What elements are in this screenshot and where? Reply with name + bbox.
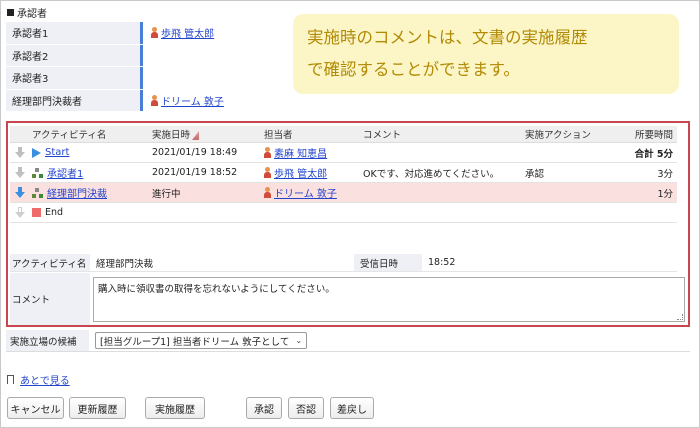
comment-text: 購入時に領収書の取得を忘れないようにしてください。: [98, 284, 335, 295]
row-time: 1分: [657, 188, 673, 200]
approver-link[interactable]: ドリーム 敦子: [161, 93, 224, 108]
arrow-down-icon: [15, 147, 25, 158]
stop-icon: [32, 208, 41, 217]
person-icon: [264, 147, 271, 158]
approver-value: 歩飛 管太郎: [143, 22, 294, 44]
view-later-link[interactable]: あとで見る: [20, 372, 70, 387]
callout-line-1: 実施時のコメントは、文書の実施履歴: [307, 28, 588, 47]
detail-activity-value: 経理部門決裁: [96, 258, 154, 270]
approver-value-empty: [143, 45, 294, 67]
approver-label: 承認者3: [6, 67, 143, 89]
detail-row: アクティビティ名 経理部門決裁 受信日時 18:52: [10, 254, 677, 272]
detail-received-label: 受信日時: [354, 254, 422, 271]
activity-name: End: [45, 207, 64, 218]
person-icon: [264, 167, 271, 178]
person-icon: [151, 27, 158, 39]
header-date-label: 実施日時: [152, 130, 191, 141]
activity-history-table: アクティビティ名 実施日時 担当者 コメント 実施アクション 所要時間 Star…: [10, 126, 677, 223]
approver-row: 経理部門決裁者 ドリーム 敦子: [6, 89, 294, 112]
person-link[interactable]: 歩飛 管太郎: [274, 165, 327, 180]
role-selected-value: [担当グループ1] 担当者ドリーム 敦子として: [100, 336, 290, 348]
role-label: 実施立場の候補: [6, 330, 89, 351]
activity-link[interactable]: Start: [45, 147, 69, 158]
activity-link[interactable]: 経理部門決裁: [47, 185, 107, 200]
view-later: あとで見る: [7, 372, 70, 387]
approver-section-title: 承認者: [7, 5, 47, 20]
row-date: 2021/01/19 18:52: [152, 167, 238, 178]
row-date: 2021/01/19 18:49: [152, 147, 238, 158]
detail-activity-label: アクティビティ名: [10, 254, 90, 271]
cancel-button[interactable]: キャンセル: [7, 397, 64, 419]
row-action: 承認: [525, 168, 545, 180]
header-date[interactable]: 実施日時: [148, 127, 264, 141]
current-arrow-icon: [15, 187, 25, 198]
resize-grip-icon[interactable]: [677, 314, 683, 320]
sort-icon: [192, 131, 200, 140]
person-icon: [264, 187, 271, 198]
workflow-icon: [32, 167, 43, 178]
approver-table: 承認者1 歩飛 管太郎 承認者2 承認者3 経理部門決裁者 ドリーム 敦子: [6, 22, 294, 112]
person-icon: [151, 94, 158, 106]
send-back-button[interactable]: 差戻し: [330, 397, 374, 419]
header-action[interactable]: 実施アクション: [525, 127, 607, 141]
approve-button[interactable]: 承認: [246, 397, 282, 419]
table-row: End: [10, 203, 677, 223]
chevron-down-icon: ⌄: [295, 336, 303, 345]
arrow-down-icon: [15, 167, 25, 178]
role-candidate-row: 実施立場の候補 [担当グループ1] 担当者ドリーム 敦子として ⌄: [6, 330, 690, 352]
section-square-icon: [7, 9, 14, 16]
header-activity[interactable]: アクティビティ名: [30, 127, 148, 141]
row-date: 進行中: [152, 188, 181, 200]
activity-detail: アクティビティ名 経理部門決裁 受信日時 18:52 コメント 購入時に領収書の…: [10, 254, 685, 325]
table-header: アクティビティ名 実施日時 担当者 コメント 実施アクション 所要時間: [10, 126, 677, 143]
approver-row: 承認者2: [6, 44, 294, 67]
activity-link[interactable]: 承認者1: [47, 165, 83, 180]
arrow-down-outline-icon: [15, 207, 25, 218]
row-time: 合計 5分: [634, 148, 673, 160]
execution-history-button[interactable]: 実施履歴: [145, 397, 205, 419]
approver-value-empty: [143, 67, 294, 89]
person-link[interactable]: ドリーム 敦子: [274, 185, 337, 200]
detail-received-value: 18:52: [428, 257, 456, 268]
bookmark-icon: [7, 375, 15, 387]
table-row: Start 2021/01/19 18:49 素麻 知恵昌 合計 5分: [10, 143, 677, 163]
approver-label: 承認者1: [6, 22, 143, 44]
row-comment: OKです、対応進めてください。: [363, 168, 500, 180]
callout-line-2: で確認することができます。: [307, 60, 520, 79]
role-select[interactable]: [担当グループ1] 担当者ドリーム 敦子として ⌄: [95, 332, 308, 349]
header-comment[interactable]: コメント: [361, 127, 525, 141]
comment-textarea[interactable]: 購入時に領収書の取得を忘れないようにしてください。: [93, 277, 685, 322]
annotation-callout: 実施時のコメントは、文書の実施履歴 で確認することができます。: [293, 14, 679, 94]
detail-comment-label: コメント: [10, 273, 90, 325]
approver-label: 経理部門決裁者: [6, 89, 143, 111]
person-link[interactable]: 素麻 知恵昌: [274, 145, 327, 160]
table-row-current: 経理部門決裁 進行中 ドリーム 敦子 1分: [10, 183, 677, 203]
approver-link[interactable]: 歩飛 管太郎: [161, 25, 214, 40]
section-title-text: 承認者: [17, 9, 47, 20]
table-row: 承認者1 2021/01/19 18:52 歩飛 管太郎 OKです、対応進めてく…: [10, 163, 677, 183]
reject-button[interactable]: 否認: [288, 397, 324, 419]
approver-label: 承認者2: [6, 44, 143, 66]
play-icon: [32, 147, 41, 158]
workflow-icon: [32, 187, 43, 198]
approver-row: 承認者3: [6, 67, 294, 90]
header-person[interactable]: 担当者: [264, 127, 361, 141]
approver-value: ドリーム 敦子: [143, 90, 294, 112]
update-history-button[interactable]: 更新履歴: [69, 397, 126, 419]
approver-row: 承認者1 歩飛 管太郎: [6, 22, 294, 45]
header-time[interactable]: 所要時間: [607, 127, 677, 141]
row-time: 3分: [657, 168, 673, 180]
